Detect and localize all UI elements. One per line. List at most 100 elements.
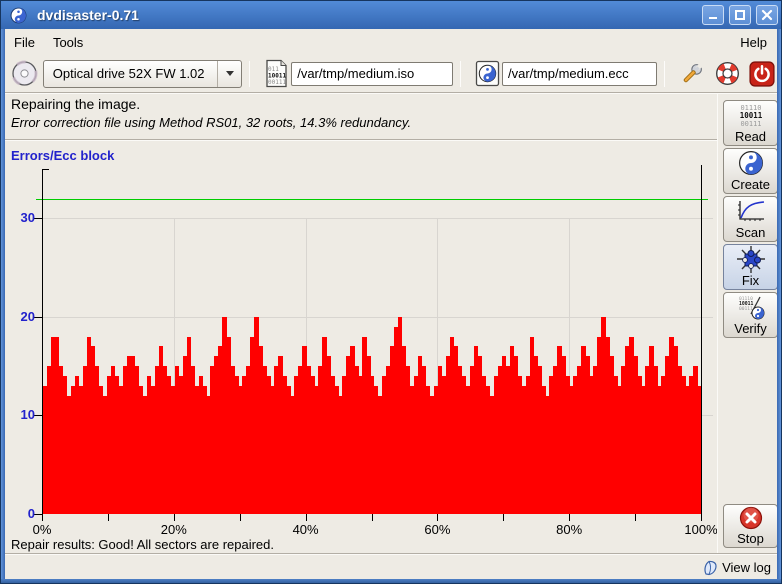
x-tick-label: 20% [152,522,196,537]
drive-select-button[interactable] [10,59,39,89]
threshold-line [36,199,708,200]
y-axis [42,169,43,520]
x-tick-label: 0% [20,522,64,537]
combo-dropdown-button[interactable] [217,61,241,87]
drive-selector-combobox[interactable]: Optical drive 52X FW 1.02 [43,60,243,88]
y-tick-label: 20 [9,309,35,324]
x-tick [42,514,43,521]
create-button-label: Create [731,177,770,192]
toolbar-separator [249,61,250,87]
minimize-button[interactable] [702,5,724,25]
create-button[interactable]: Create [723,148,778,194]
maximize-button[interactable] [729,5,751,25]
scan-button[interactable]: Scan [723,196,778,242]
y-tick-label: 10 [9,407,35,422]
repair-results-text: Repair results: Good! All sectors are re… [11,537,274,552]
view-log-link[interactable]: View log [722,560,771,575]
x-tick [240,514,241,521]
drive-selector-value: Optical drive 52X FW 1.02 [44,66,218,81]
x-tick [108,514,109,521]
stop-button[interactable]: Stop [723,504,778,548]
menu-tools[interactable]: Tools [44,31,92,54]
x-tick [174,514,175,521]
iso-path-input[interactable] [291,62,453,86]
scan-button-label: Scan [736,225,766,240]
close-button[interactable] [756,5,778,25]
toolbar-separator [460,61,461,87]
chevron-down-icon [226,71,234,76]
svg-text:00111: 00111 [739,306,753,312]
y-tick [34,514,42,515]
binary-digits-icon: 01110 10011 00111 [734,101,768,129]
gridline-y [42,218,713,219]
stop-icon [739,505,763,531]
footer-bar: View log [5,553,779,581]
status-heading: Repairing the image. [11,96,717,112]
help-button[interactable] [712,59,742,89]
fix-button[interactable]: Fix [723,244,778,290]
x-tick [701,514,702,521]
log-page-icon [703,560,718,576]
toolbar-separator [664,61,665,87]
x-tick [437,514,438,521]
puzzle-piece-icon [737,245,765,273]
yin-yang-icon [738,149,764,177]
app-window: dvdisaster-0.71 File Tools Help [0,0,782,584]
maximize-icon [734,9,746,21]
fix-button-label: Fix [742,273,759,288]
quit-button[interactable] [747,59,777,89]
x-tick-label: 80% [547,522,591,537]
x-tick-label: 40% [284,522,328,537]
position-cursor-line [701,165,702,514]
gridline-y [42,317,713,318]
ecc-path-input[interactable] [502,62,657,86]
ecc-file-yinyang-icon [475,60,500,87]
ecc-file-button[interactable] [473,59,502,89]
y-tick [34,218,42,219]
svg-text:00111: 00111 [268,79,286,86]
verify-button[interactable]: 01110 10011 00111 Verify [723,292,778,338]
y-axis-cap [42,169,49,170]
window-border-bottom [1,579,781,583]
menu-help[interactable]: Help [728,31,779,54]
verify-button-label: Verify [734,321,767,336]
window-border-left [1,28,5,583]
power-off-icon [749,61,775,87]
image-file-binary-icon: 011 10011 00111 [265,59,288,88]
scan-curve-icon [736,197,766,225]
menu-file[interactable]: File [5,31,44,54]
x-tick-label: 60% [415,522,459,537]
binary-yinyang-icon: 01110 10011 00111 [735,293,767,321]
read-button[interactable]: 01110 10011 00111 Read [723,100,778,146]
window-title: dvdisaster-0.71 [37,7,139,23]
svg-text:10011: 10011 [739,111,762,120]
y-tick [34,415,42,416]
x-tick [569,514,570,521]
y-tick-label: 0 [9,506,35,521]
app-logo-yinyang-icon [10,7,27,24]
y-tick-label: 30 [9,210,35,225]
lifebuoy-icon [714,60,741,87]
y-tick [34,317,42,318]
chart-title: Errors/Ecc block [11,148,114,163]
status-detail: Error correction file using Method RS01,… [11,115,717,130]
sidebar-separator [717,93,718,553]
toolbar: Optical drive 52X FW 1.02 011 10011 0011… [5,55,779,93]
x-tick [372,514,373,521]
stop-button-label: Stop [737,531,764,546]
menu-bar: File Tools Help [5,29,779,55]
svg-text:00111: 00111 [740,120,761,128]
x-tick [635,514,636,521]
x-tick [503,514,504,521]
minimize-icon [707,9,719,21]
window-border-right [777,28,781,583]
status-band: Repairing the image. Error correction fi… [5,94,717,140]
preferences-button[interactable] [677,59,707,89]
iso-file-button[interactable]: 011 10011 00111 [262,59,291,89]
title-bar[interactable]: dvdisaster-0.71 [1,1,782,29]
wrench-icon [679,61,705,87]
x-tick [306,514,307,521]
read-button-label: Read [735,129,766,144]
close-icon [761,9,773,21]
cd-drive-icon [11,60,38,87]
